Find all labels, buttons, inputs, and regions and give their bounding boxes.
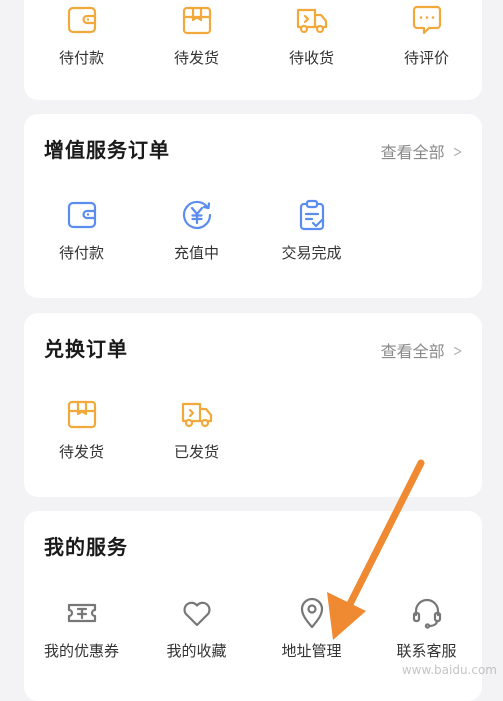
exchange-status-row: 待发货 已发货 xyxy=(24,397,254,462)
view-all-link[interactable]: 查看全部 > xyxy=(381,338,464,362)
vas-completed-item[interactable]: 交易完成 xyxy=(254,198,369,263)
pending-payment-item[interactable]: 待付款 xyxy=(24,3,139,68)
exchange-pending-shipment-item[interactable]: 待发货 xyxy=(24,397,139,462)
coupon-icon xyxy=(65,596,99,630)
truck-icon xyxy=(180,397,214,431)
location-pin-icon xyxy=(295,596,329,630)
wallet-icon xyxy=(65,3,99,37)
view-all-label: 查看全部 xyxy=(380,143,445,162)
clipboard-check-icon xyxy=(295,198,329,232)
card-title: 增值服务订单 xyxy=(44,138,170,162)
wallet-icon xyxy=(65,198,99,232)
item-label: 我的优惠券 xyxy=(43,642,119,660)
my-favorites-item[interactable]: 我的收藏 xyxy=(139,596,254,661)
order-card: 待付款 待发货 待收货 待评价 xyxy=(24,0,482,100)
vas-status-row: 待付款 充值中 交易完成 xyxy=(24,198,369,263)
heart-icon xyxy=(180,596,214,630)
order-status-row: 待付款 待发货 待收货 待评价 xyxy=(24,3,484,68)
watermark: www.baidu.com xyxy=(401,663,497,677)
item-label: 我的收藏 xyxy=(166,642,227,660)
vas-recharging-item[interactable]: 充值中 xyxy=(139,198,254,263)
chevron-right-icon: > xyxy=(452,141,462,161)
item-label: 待收货 xyxy=(288,49,334,67)
truck-icon xyxy=(295,3,329,37)
pending-receipt-item[interactable]: 待收货 xyxy=(254,3,369,68)
item-label: 待付款 xyxy=(58,49,104,67)
view-all-label: 查看全部 xyxy=(380,342,445,361)
item-label: 待发货 xyxy=(58,443,104,461)
headset-icon xyxy=(410,596,444,630)
pending-shipment-item[interactable]: 待发货 xyxy=(139,3,254,68)
item-label: 待评价 xyxy=(403,49,449,67)
services-row: 我的优惠券 我的收藏 地址管理 联系客服 xyxy=(24,596,484,661)
item-label: 待发货 xyxy=(173,49,219,67)
card-title: 我的服务 xyxy=(44,535,128,559)
item-label: 地址管理 xyxy=(281,642,342,660)
yuan-recharge-icon xyxy=(180,198,214,232)
item-label: 充值中 xyxy=(173,244,219,262)
item-label: 交易完成 xyxy=(281,244,342,262)
address-management-item[interactable]: 地址管理 xyxy=(254,596,369,661)
contact-support-item[interactable]: 联系客服 xyxy=(369,596,484,661)
vas-pending-payment-item[interactable]: 待付款 xyxy=(24,198,139,263)
exchange-shipped-item[interactable]: 已发货 xyxy=(139,397,254,462)
my-coupons-item[interactable]: 我的优惠券 xyxy=(24,596,139,661)
pending-review-item[interactable]: 待评价 xyxy=(369,3,484,68)
value-added-service-orders-card: 增值服务订单 查看全部 > 待付款 充值中 交易完成 xyxy=(24,114,482,298)
box-icon xyxy=(65,397,99,431)
view-all-link[interactable]: 查看全部 > xyxy=(381,139,464,163)
comment-icon xyxy=(410,3,444,37)
chevron-right-icon: > xyxy=(452,340,462,360)
box-icon xyxy=(180,3,214,37)
card-title: 兑换订单 xyxy=(44,337,128,361)
item-label: 待付款 xyxy=(58,244,104,262)
item-label: 联系客服 xyxy=(396,642,457,660)
item-label: 已发货 xyxy=(173,443,219,461)
exchange-orders-card: 兑换订单 查看全部 > 待发货 已发货 xyxy=(24,313,482,497)
